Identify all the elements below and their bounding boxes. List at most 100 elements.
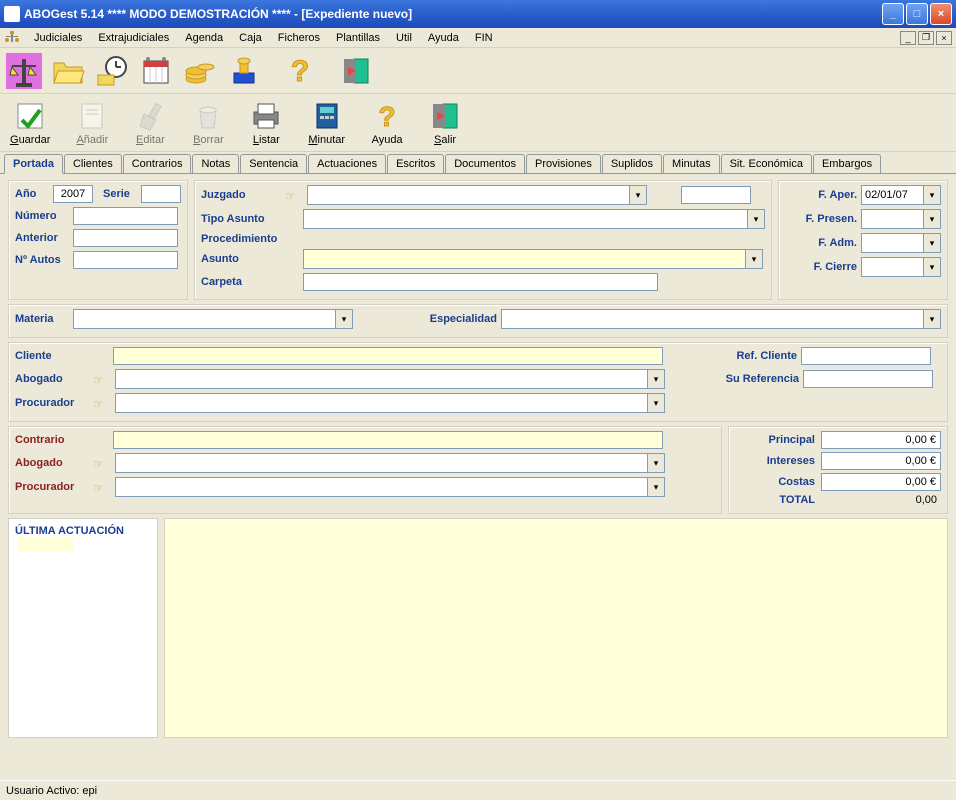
ultima-actuacion-label: ÚLTIMA ACTUACIÓN [15,525,124,537]
pointing-icon[interactable]: ☞ [285,189,303,201]
minutar-button[interactable]: Minutar [304,98,349,148]
mdi-restore-button[interactable]: ❐ [918,31,934,45]
procurador-contrario-label: Procurador [15,481,89,493]
juzgado-code-field[interactable] [681,186,751,204]
salir-button[interactable]: Salir [425,98,465,148]
procurador-contrario-dropdown[interactable] [115,477,665,497]
tab-minutas[interactable]: Minutas [663,154,720,173]
menu-caja[interactable]: Caja [231,30,270,46]
minimize-button[interactable]: _ [882,3,904,25]
ano-field[interactable] [53,185,93,203]
costas-field[interactable] [821,473,941,491]
menubar: Judiciales Extrajudiciales Agenda Caja F… [0,28,956,48]
abogado-cliente-dropdown[interactable] [115,369,665,389]
f-aper-field[interactable]: 02/01/07 [861,185,941,205]
menu-judiciales[interactable]: Judiciales [26,30,90,46]
intereses-field[interactable] [821,452,941,470]
ayuda-button[interactable]: ? Ayuda [367,98,407,148]
tab-sentencia[interactable]: Sentencia [240,154,307,173]
tab-contrarios[interactable]: Contrarios [123,154,192,173]
serie-field[interactable] [141,185,181,203]
tab-embargos[interactable]: Embargos [813,154,881,173]
contrario-field[interactable] [113,431,663,449]
anterior-field[interactable] [73,229,178,247]
exit-icon[interactable] [336,51,376,91]
ref-cliente-label: Ref. Cliente [707,350,797,362]
materia-dropdown[interactable] [73,309,353,329]
menu-fin[interactable]: FIN [467,30,501,46]
tab-documentos[interactable]: Documentos [445,154,525,173]
carpeta-field[interactable] [303,273,658,291]
tab-suplidos[interactable]: Suplidos [602,154,662,173]
balance-icon[interactable] [4,51,44,91]
minutar-label: Minutar [308,134,345,146]
total-label: TOTAL [779,494,815,506]
tipo-asunto-dropdown[interactable] [303,209,765,229]
ano-label: Año [15,188,49,200]
statusbar-text: Usuario Activo: epi [6,785,97,797]
ref-cliente-field[interactable] [801,347,931,365]
help-icon[interactable]: ? [280,51,320,91]
calculator-icon [311,100,343,132]
menu-util[interactable]: Util [388,30,420,46]
window-title: ABOGest 5.14 **** MODO DEMOSTRACIÓN ****… [24,7,882,21]
mdi-minimize-button[interactable]: _ [900,31,916,45]
procurador-cliente-dropdown[interactable] [115,393,665,413]
coins-icon[interactable] [180,51,220,91]
menu-ficheros[interactable]: Ficheros [270,30,328,46]
pointing-icon[interactable]: ☞ [93,373,111,385]
costas-label: Costas [778,476,815,488]
principal-field[interactable] [821,431,941,449]
save-icon [14,100,46,132]
tab-sit-economica[interactable]: Sit. Económica [721,154,812,173]
pointing-icon[interactable]: ☞ [93,481,111,493]
listar-button[interactable]: Listar [246,98,286,148]
menu-ayuda[interactable]: Ayuda [420,30,467,46]
asunto-dropdown[interactable] [303,249,763,269]
close-button[interactable]: × [930,3,952,25]
folder-open-icon[interactable] [48,51,88,91]
cliente-field[interactable] [113,347,663,365]
main-toolbar: ? [0,48,956,94]
edit-icon [134,100,166,132]
menu-extrajudiciales[interactable]: Extrajudiciales [90,30,177,46]
tab-portada[interactable]: Portada [4,154,63,174]
f-adm-label: F. Adm. [818,237,857,249]
guardar-button[interactable]: Guardar [6,98,54,148]
app-icon [4,6,20,22]
su-referencia-field[interactable] [803,370,933,388]
stamp-icon[interactable] [224,51,264,91]
tab-provisiones[interactable]: Provisiones [526,154,601,173]
f-adm-field[interactable] [861,233,941,253]
pointing-icon[interactable]: ☞ [93,397,111,409]
anterior-label: Anterior [15,232,69,244]
abogado-contrario-dropdown[interactable] [115,453,665,473]
juzgado-dropdown[interactable] [307,185,647,205]
numero-label: Número [15,210,69,222]
f-presen-field[interactable] [861,209,941,229]
clock-icon[interactable] [92,51,132,91]
ultima-actuacion-header: ÚLTIMA ACTUACIÓN [8,518,158,738]
printer-icon [250,100,282,132]
f-cierre-field[interactable] [861,257,941,277]
help-icon: ? [371,100,403,132]
asunto-label: Asunto [201,253,299,265]
especialidad-label: Especialidad [407,313,497,325]
numero-field[interactable] [73,207,178,225]
tab-notas[interactable]: Notas [192,154,239,173]
mdi-close-button[interactable]: × [936,31,952,45]
autos-field[interactable] [73,251,178,269]
maximize-button[interactable]: □ [906,3,928,25]
tab-clientes[interactable]: Clientes [64,154,122,173]
editar-button: Editar [130,98,170,148]
pointing-icon[interactable]: ☞ [93,457,111,469]
menu-agenda[interactable]: Agenda [177,30,231,46]
contrario-label: Contrario [15,434,109,446]
f-aper-label: F. Aper. [818,189,857,201]
svg-text:?: ? [291,55,309,88]
menu-plantillas[interactable]: Plantillas [328,30,388,46]
tab-actuaciones[interactable]: Actuaciones [308,154,386,173]
tab-escritos[interactable]: Escritos [387,154,444,173]
calendar-icon[interactable] [136,51,176,91]
especialidad-dropdown[interactable] [501,309,941,329]
